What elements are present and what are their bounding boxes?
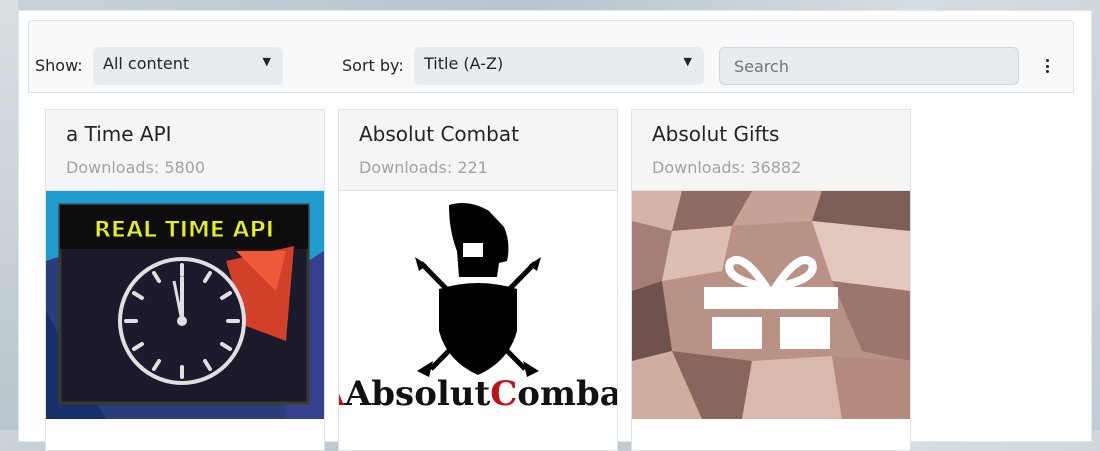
card-title: Absolut Combat	[359, 122, 519, 146]
card-downloads: Downloads: 221	[359, 158, 488, 177]
page-background	[0, 0, 18, 430]
card-downloads: Downloads: 5800	[66, 158, 206, 177]
sort-value: Title (A-Z)	[424, 54, 504, 73]
card-header: Absolut Combat Downloads: 221	[339, 110, 617, 191]
card-thumbnail: AAbsolutCombat	[339, 191, 617, 419]
show-filter-select[interactable]: All content ▼	[93, 47, 283, 85]
filter-toolbar: Show: All content ▼ Sort by: Title (A-Z)…	[28, 20, 1074, 93]
card-title: Absolut Gifts	[652, 122, 780, 146]
card-downloads: Downloads: 36882	[652, 158, 802, 177]
chevron-down-icon: ▼	[262, 55, 271, 68]
thumbnail-text: AAbsolutCombat	[339, 374, 617, 414]
kebab-menu-icon[interactable]	[1041, 57, 1053, 75]
search-input[interactable]	[719, 47, 1019, 85]
card-header: Absolut Gifts Downloads: 36882	[632, 110, 910, 191]
card-title: a Time API	[66, 122, 172, 146]
card-thumbnail	[632, 191, 910, 419]
show-label: Show:	[35, 56, 83, 75]
chevron-down-icon: ▼	[683, 55, 692, 68]
content-card[interactable]: Absolut Gifts Downloads: 36882	[631, 109, 911, 451]
sort-label: Sort by:	[342, 56, 404, 75]
content-card[interactable]: a Time API Downloads: 5800 REAL TIME API	[45, 109, 325, 451]
content-card[interactable]: Absolut Combat Downloads: 221 AAbsolutCo…	[338, 109, 618, 451]
sort-select[interactable]: Title (A-Z) ▼	[414, 47, 704, 85]
show-filter-value: All content	[103, 54, 190, 73]
card-header: a Time API Downloads: 5800	[46, 110, 324, 191]
card-thumbnail: REAL TIME API	[46, 191, 324, 419]
thumbnail-text: REAL TIME API	[94, 218, 274, 243]
content-browser-panel: Show: All content ▼ Sort by: Title (A-Z)…	[18, 10, 1092, 451]
